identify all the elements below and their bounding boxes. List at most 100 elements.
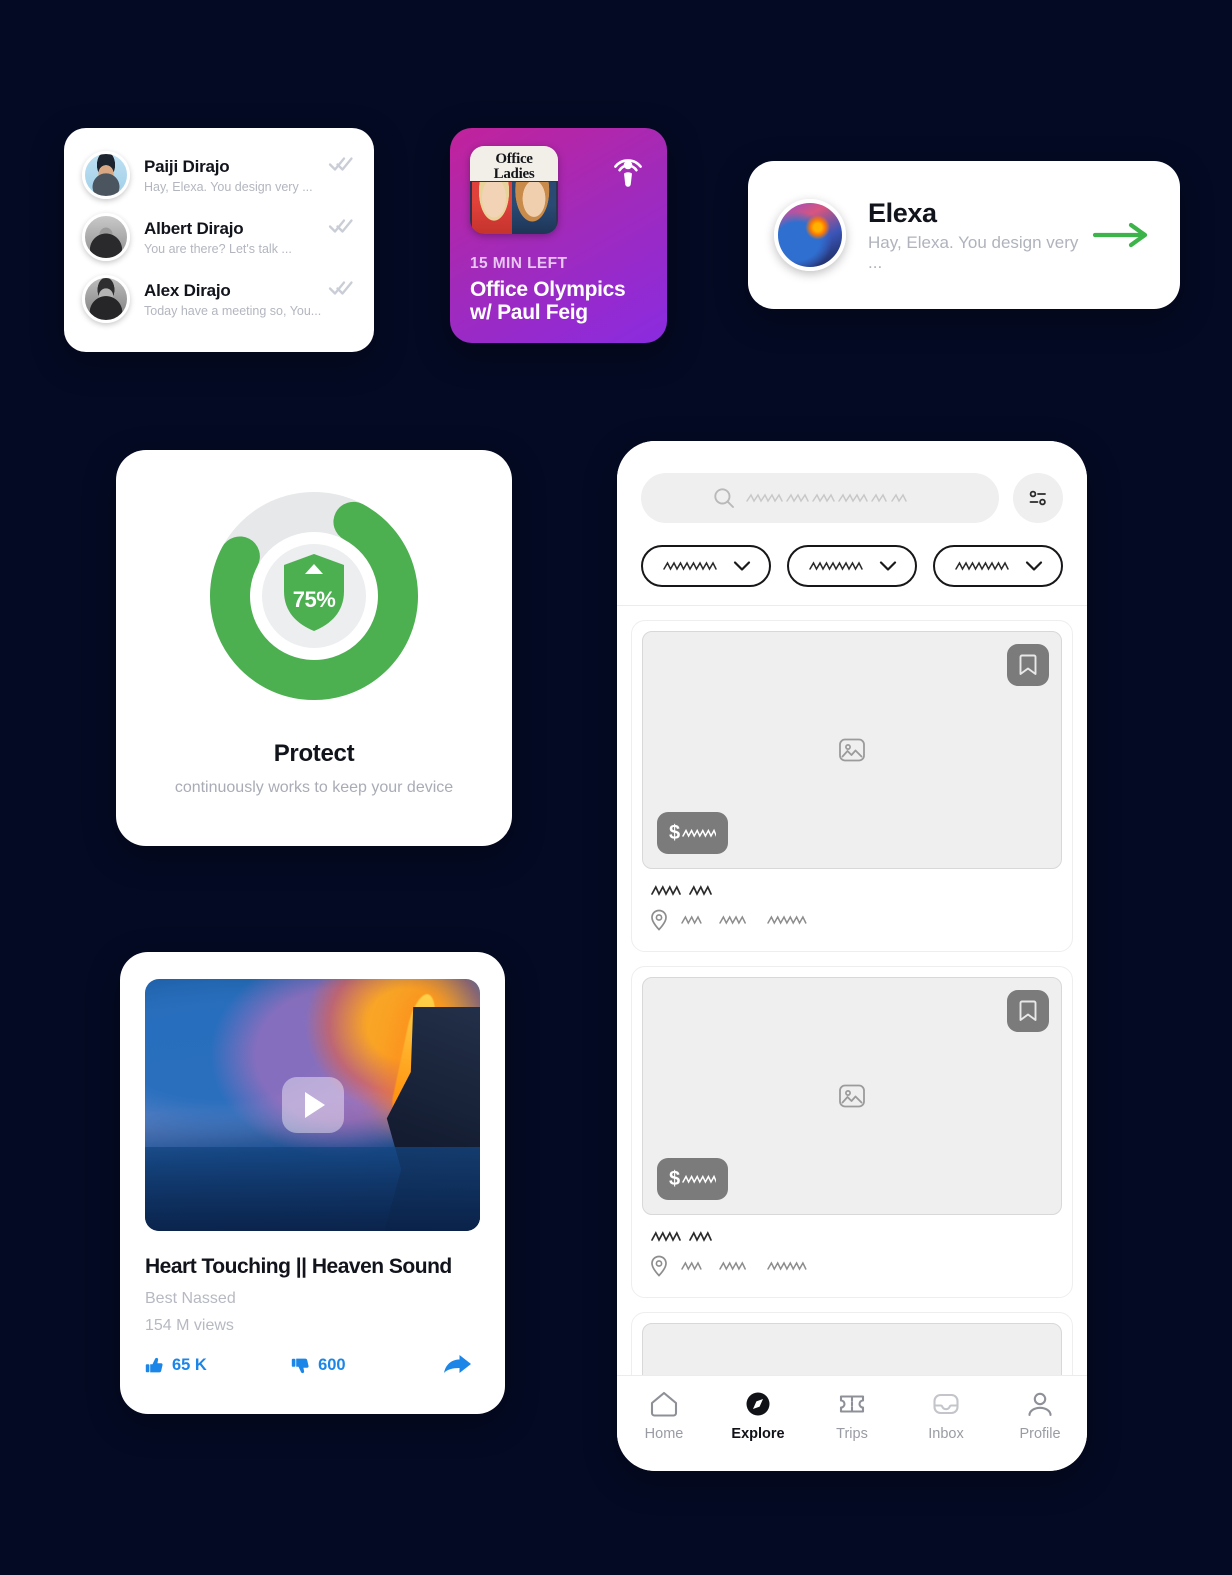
chat-item-text: Paiji Dirajo Hay, Elexa. You design very… [144, 157, 358, 194]
home-icon [649, 1390, 679, 1418]
price-badge: $ [657, 812, 729, 854]
thumbs-down-icon [291, 1356, 318, 1375]
listing-image: $ [642, 977, 1062, 1215]
tab-label: Profile [1019, 1426, 1061, 1442]
map-pin-icon [650, 1255, 668, 1277]
podcast-icon [609, 152, 647, 190]
phone-header [617, 441, 1087, 605]
listing-meta [642, 869, 1062, 941]
bookmark-icon[interactable] [1007, 990, 1049, 1032]
double-check-icon [328, 280, 354, 296]
chat-item-preview: Hay, Elexa. You design very ... [144, 179, 313, 194]
avatar [82, 213, 130, 261]
chip-label-squiggle [954, 559, 1016, 573]
tab-label: Explore [731, 1426, 785, 1442]
price-badge: $ [657, 1158, 729, 1200]
tab-explore[interactable]: Explore [711, 1390, 805, 1442]
tab-inbox[interactable]: Inbox [899, 1390, 993, 1442]
listing-card[interactable]: $ [631, 966, 1073, 1298]
inbox-icon [931, 1390, 961, 1418]
filter-chip-row [641, 545, 1063, 605]
search-icon [713, 487, 735, 509]
filter-chip[interactable] [641, 545, 771, 587]
avatar [82, 275, 130, 323]
person-icon [1025, 1390, 1055, 1418]
podcast-artwork: Office Ladies [470, 146, 558, 234]
tab-label: Home [644, 1426, 684, 1442]
elexa-text-block: Elexa Hay, Elexa. You design very ... [868, 198, 1092, 273]
protect-status-card: 75% Protect continuously works to keep y… [116, 450, 512, 846]
chat-item-name: Albert Dirajo [144, 218, 244, 238]
compass-icon [743, 1390, 773, 1418]
listing-card[interactable] [631, 1312, 1073, 1375]
listing-image [642, 1323, 1062, 1375]
chat-item-name: Paiji Dirajo [144, 156, 230, 176]
map-pin-icon [650, 909, 668, 931]
podcast-time-left: 15 MIN LEFT [470, 254, 568, 272]
podcast-host-right [512, 182, 556, 234]
tab-profile[interactable]: Profile [993, 1390, 1087, 1442]
video-card: Heart Touching || Heaven Sound Best Nass… [120, 952, 505, 1414]
double-check-icon [328, 156, 354, 172]
filter-sliders-icon[interactable] [1013, 473, 1063, 523]
elexa-contact-card[interactable]: Elexa Hay, Elexa. You design very ... [748, 161, 1180, 309]
play-triangle [305, 1092, 325, 1118]
like-button[interactable]: 65 K [145, 1356, 291, 1375]
tab-trips[interactable]: Trips [805, 1390, 899, 1442]
video-title: Heart Touching || Heaven Sound [145, 1255, 452, 1278]
arrow-right-icon[interactable] [1092, 221, 1150, 249]
listing-title-squiggle [650, 1229, 1054, 1243]
podcast-episode-title: Office Olympics w/ Paul Feig [470, 277, 626, 325]
price-prefix: $ [669, 821, 681, 844]
protect-subtitle: continuously works to keep your device [174, 779, 454, 796]
screen-root: Paiji Dirajo Hay, Elexa. You design very… [0, 0, 1232, 1575]
filter-chip[interactable] [787, 545, 917, 587]
listing-location [650, 1255, 1054, 1277]
ticket-icon [837, 1390, 867, 1418]
avatar [774, 199, 846, 271]
bottom-tab-bar: Home Explore Trips Inbox Profile [617, 1375, 1087, 1471]
chat-list-item[interactable]: Alex Dirajo Today have a meeting so, You… [82, 268, 358, 330]
avatar [82, 151, 130, 199]
dislike-button[interactable]: 600 [291, 1356, 442, 1375]
image-placeholder-icon [838, 736, 866, 764]
listing-feed[interactable]: $ $ [617, 605, 1087, 1375]
price-prefix: $ [669, 1167, 681, 1190]
search-placeholder-squiggle [745, 490, 927, 506]
search-input[interactable] [641, 473, 999, 523]
podcast-meta: 15 MIN LEFT Office Olympics w/ Paul Feig [470, 255, 653, 325]
chat-item-preview: Today have a meeting so, You... [144, 303, 322, 318]
contact-message-preview: Hay, Elexa. You design very ... [868, 232, 1079, 272]
dislike-count: 600 [318, 1355, 346, 1374]
chat-list-card: Paiji Dirajo Hay, Elexa. You design very… [64, 128, 374, 352]
listing-card[interactable]: $ [631, 620, 1073, 952]
protection-percent: 75% [292, 587, 336, 612]
price-value-squiggle [682, 1173, 717, 1186]
share-button[interactable] [442, 1353, 480, 1377]
price-value-squiggle [682, 827, 717, 840]
tab-home[interactable]: Home [617, 1390, 711, 1442]
like-count: 65 K [172, 1355, 207, 1374]
listing-location [650, 909, 1054, 931]
listing-location-squiggle [680, 913, 840, 927]
tab-label: Inbox [928, 1426, 964, 1442]
filter-chip[interactable] [933, 545, 1063, 587]
search-row [641, 473, 1063, 523]
chat-item-preview: You are there? Let's talk ... [144, 241, 292, 256]
chat-list-item[interactable]: Paiji Dirajo Hay, Elexa. You design very… [82, 144, 358, 206]
bookmark-icon[interactable] [1007, 644, 1049, 686]
chip-label-squiggle [662, 559, 724, 573]
chat-list-item[interactable]: Albert Dirajo You are there? Let's talk … [82, 206, 358, 268]
podcast-now-playing-card[interactable]: Office Ladies 15 MIN LEFT Office Olympic… [450, 128, 667, 343]
protect-title: Protect [273, 740, 355, 767]
protection-progress-ring: 75% [208, 490, 420, 702]
chat-item-text: Alex Dirajo Today have a meeting so, You… [144, 281, 358, 318]
chevron-down-icon [733, 560, 751, 572]
video-channel: Best Nassed [145, 1290, 236, 1307]
play-icon[interactable] [281, 1077, 344, 1133]
video-thumbnail[interactable] [145, 979, 480, 1231]
podcast-artwork-title: Office Ladies [493, 151, 535, 182]
video-views: 154 M views [145, 1317, 234, 1334]
listing-location-squiggle [680, 1259, 840, 1273]
listing-image: $ [642, 631, 1062, 869]
